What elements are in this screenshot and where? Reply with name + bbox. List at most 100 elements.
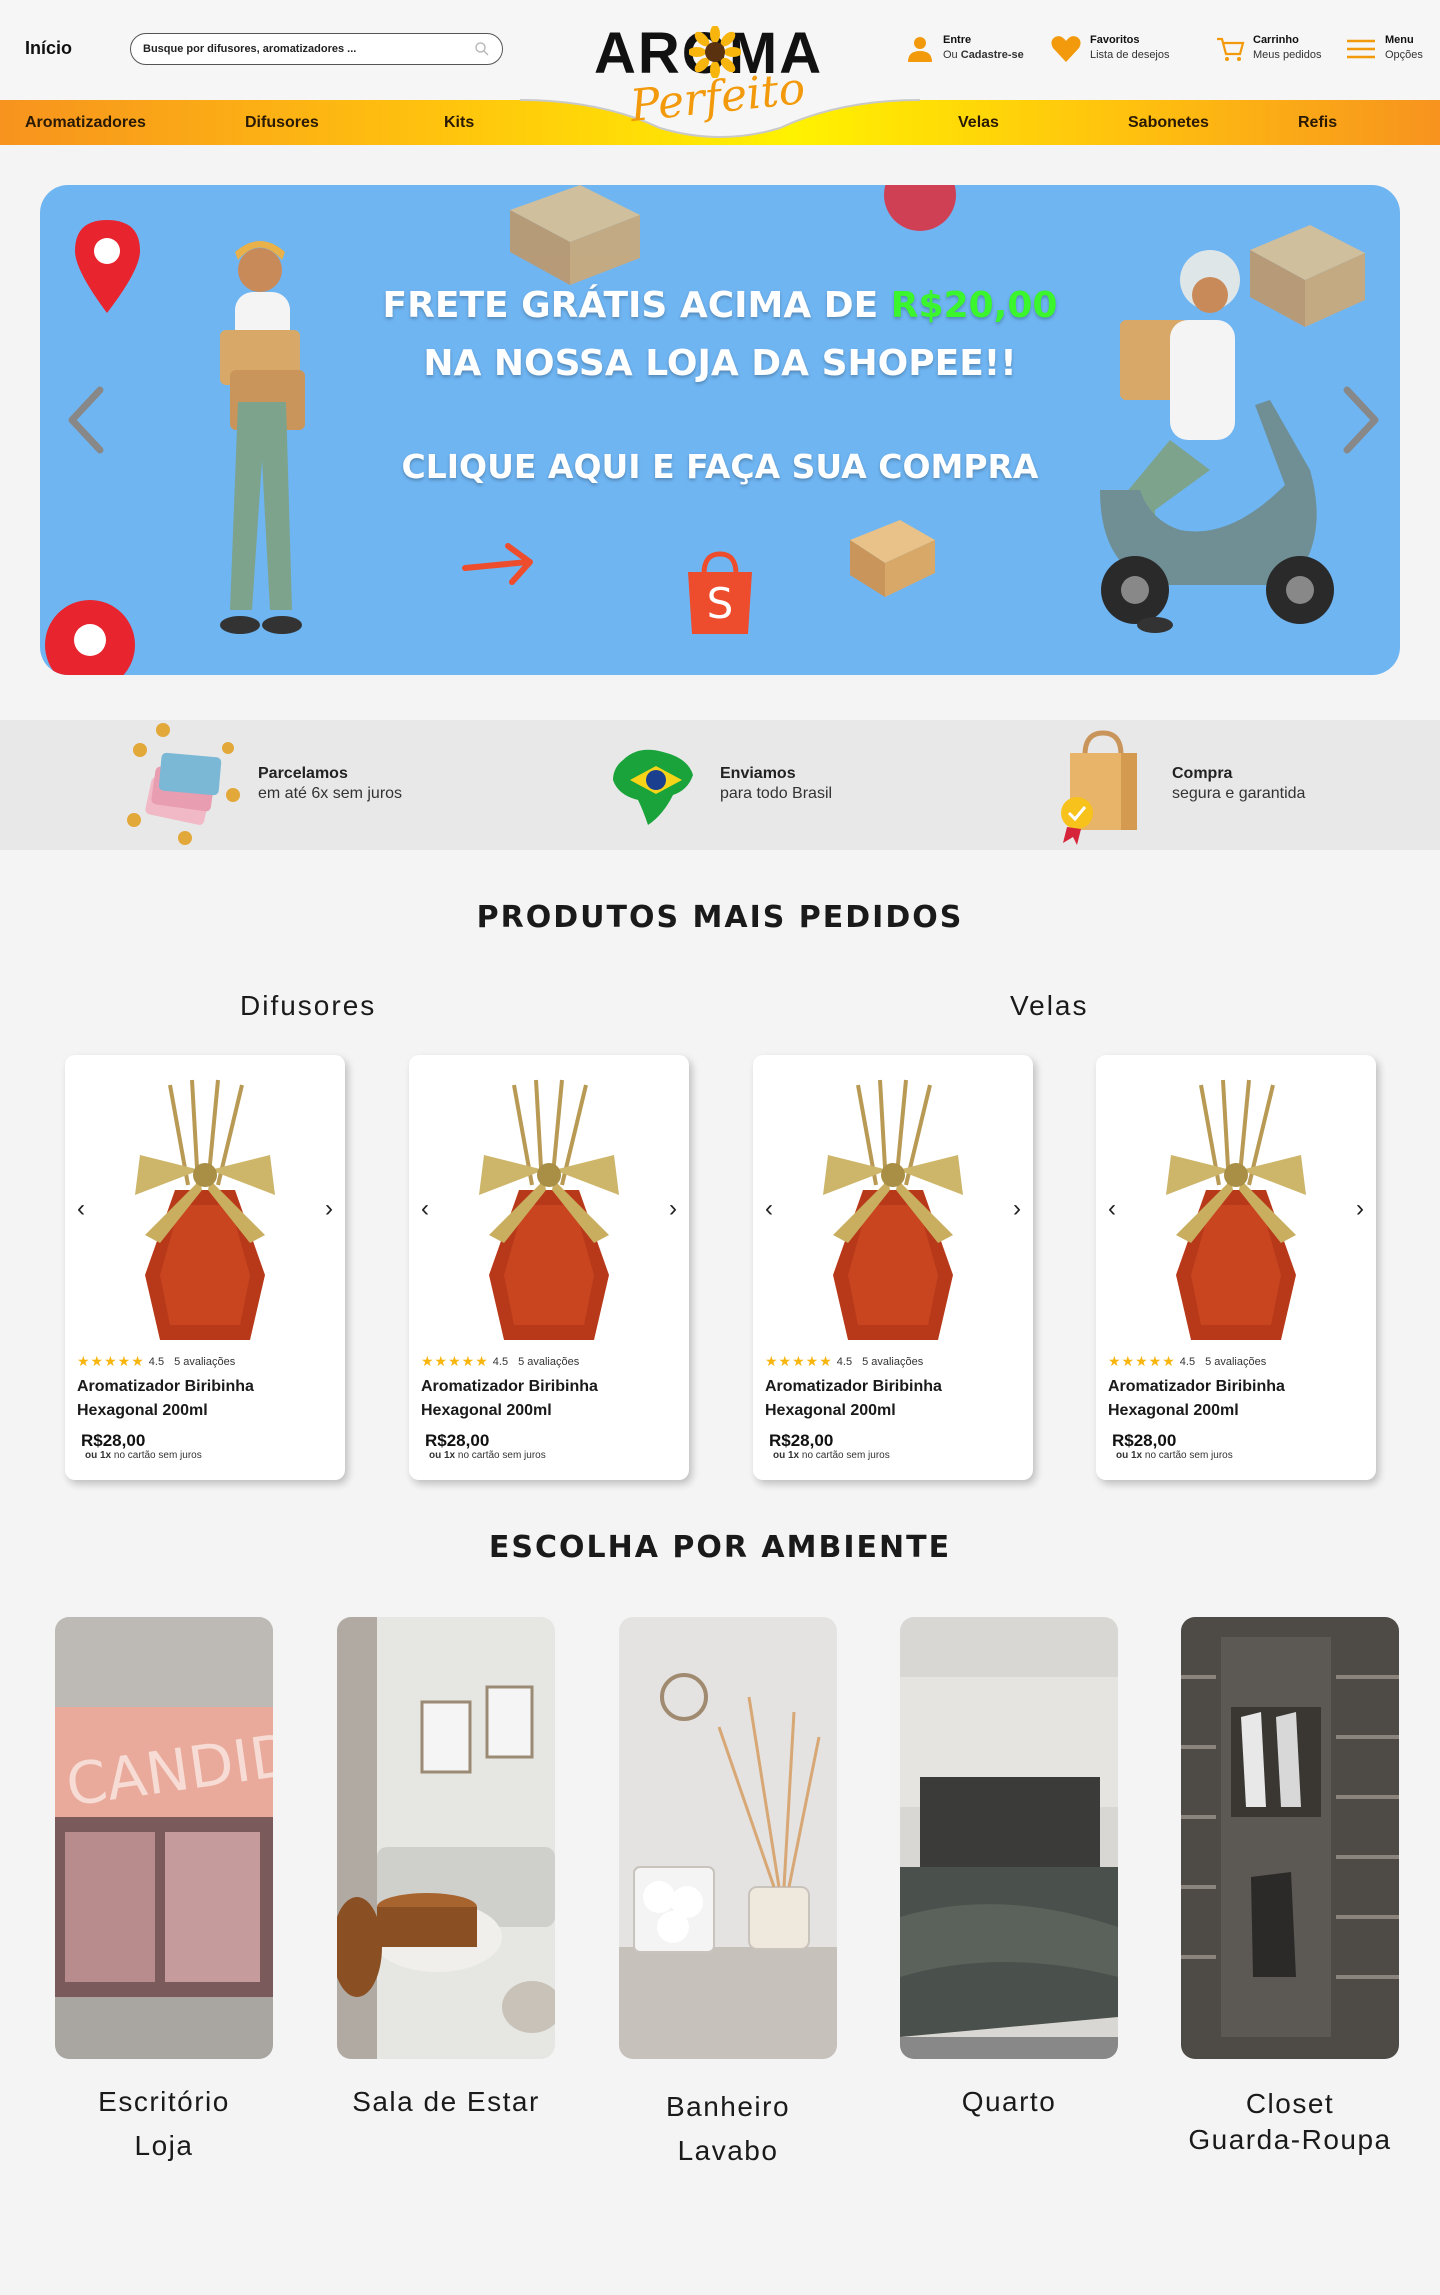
rating-count: 5 avaliações xyxy=(174,1355,236,1368)
ambiente-closet-card[interactable] xyxy=(1181,1617,1399,2059)
svg-text:S: S xyxy=(707,579,734,628)
product-card[interactable]: ‹ › ★★★★★ 4.5 5 avaliações Aromatizador … xyxy=(409,1055,689,1480)
star-rating-icon: ★★★★★ xyxy=(1108,1353,1176,1369)
carousel-prev-icon[interactable]: ‹ xyxy=(765,1195,773,1223)
cart-icon xyxy=(1217,37,1245,61)
product-price: R$28,00 xyxy=(425,1431,490,1450)
banner-headline-2: NA NOSSA LOJA DA SHOPEE!! xyxy=(423,343,1017,384)
ambiente-line1: Closet xyxy=(1245,2088,1335,2119)
ambiente-escritorio-card[interactable]: CANDID xyxy=(55,1617,273,2059)
ambiente-line1: Banheiro xyxy=(665,2091,791,2122)
product-image xyxy=(479,1079,619,1340)
ambiente-banheiro-card[interactable] xyxy=(619,1617,837,2059)
product-installments: ou 1x no cartão sem juros xyxy=(85,1450,202,1461)
product-price: R$28,00 xyxy=(1112,1431,1177,1450)
nav-difusores[interactable]: Difusores xyxy=(245,114,319,132)
search-bar[interactable]: Busque por difusores, aromatizadores ... xyxy=(130,33,503,65)
ambiente-line1: Quarto xyxy=(961,2086,1057,2117)
heart-icon xyxy=(1051,36,1081,62)
brazil-map-icon xyxy=(613,749,693,825)
feature-installments: Parcelamos em até 6x sem juros xyxy=(258,765,402,803)
shopee-bag-icon[interactable]: S xyxy=(682,550,758,638)
carousel-next-icon[interactable]: › xyxy=(1356,1195,1364,1223)
product-card[interactable]: ‹ › ★★★★★ 4.5 5 avaliações Aromatizador … xyxy=(753,1055,1033,1480)
rating-count: 5 avaliações xyxy=(518,1355,580,1368)
ambiente-closet-label[interactable]: Closet Guarda-Roupa xyxy=(1181,2086,1399,2158)
category-velas-label[interactable]: Velas xyxy=(1010,990,1089,1022)
cart-subtitle: Meus pedidos xyxy=(1253,49,1322,61)
ambiente-quarto-card[interactable] xyxy=(900,1617,1118,2059)
rating-value: 4.5 xyxy=(836,1355,853,1368)
carousel-next-icon[interactable]: › xyxy=(669,1195,677,1223)
product-installments: ou 1x no cartão sem juros xyxy=(773,1450,890,1461)
product-name[interactable]: Aromatizador Biribinha Hexagonal 200ml xyxy=(1108,1375,1368,1423)
installment-text: no cartão sem juros xyxy=(1144,1450,1233,1461)
nav-refis[interactable]: Refis xyxy=(1298,114,1337,132)
search-icon[interactable] xyxy=(474,41,490,57)
rating-count: 5 avaliações xyxy=(862,1355,924,1368)
banner-prev-arrow-icon[interactable] xyxy=(62,380,112,460)
brand-logo[interactable]: AROMA Perfeito xyxy=(590,18,850,138)
location-pin-icon xyxy=(45,600,135,675)
favorites-link[interactable]: Favoritos Lista de desejos xyxy=(1050,34,1170,64)
account-prefix: Ou xyxy=(943,49,958,61)
feature-desc: segura e garantida xyxy=(1172,785,1306,802)
rating-count: 5 avaliações xyxy=(1205,1355,1267,1368)
ambiente-line2: Loja xyxy=(134,2130,194,2161)
product-price: R$28,00 xyxy=(81,1431,146,1450)
home-link[interactable]: Início xyxy=(25,38,72,59)
ambiente-quarto-label[interactable]: Quarto xyxy=(900,2080,1118,2124)
nav-velas[interactable]: Velas xyxy=(958,114,999,132)
best-sellers-title: PRODUTOS MAIS PEDIDOS xyxy=(476,900,964,935)
account-link[interactable]: Entre Ou Cadastre-se xyxy=(905,34,1024,64)
carousel-next-icon[interactable]: › xyxy=(325,1195,333,1223)
product-name[interactable]: Aromatizador Biribinha Hexagonal 200ml xyxy=(765,1375,1025,1423)
feature-title: Enviamos xyxy=(720,765,796,782)
nav-kits[interactable]: Kits xyxy=(444,114,474,132)
ambiente-line1: Escritório xyxy=(98,2086,230,2117)
banner-prefix: FRETE GRÁTIS ACIMA DE xyxy=(382,285,879,326)
shopping-bag-badge-icon xyxy=(1061,730,1137,845)
hero-banner[interactable]: S FRETE GRÁTIS ACIMA DE R$20,00 NA NOSSA… xyxy=(40,185,1400,675)
product-rating: ★★★★★ 4.5 5 avaliações xyxy=(1108,1353,1266,1370)
product-image xyxy=(823,1079,963,1340)
installment-text: no cartão sem juros xyxy=(457,1450,546,1461)
nav-aromatizadores[interactable]: Aromatizadores xyxy=(25,114,146,132)
product-rating: ★★★★★ 4.5 5 avaliações xyxy=(77,1353,235,1370)
ambiente-sala-card[interactable] xyxy=(337,1617,555,2059)
star-rating-icon: ★★★★★ xyxy=(765,1353,833,1369)
cart-link[interactable]: Carrinho Meus pedidos xyxy=(1215,34,1322,64)
cart-title: Carrinho xyxy=(1253,34,1299,46)
menu-link[interactable]: Menu Opções xyxy=(1345,34,1423,64)
banner-cta[interactable]: CLIQUE AQUI E FAÇA SUA COMPRA xyxy=(40,447,1400,486)
carousel-next-icon[interactable]: › xyxy=(1013,1195,1021,1223)
location-pin-icon xyxy=(884,185,956,231)
carousel-prev-icon[interactable]: ‹ xyxy=(77,1195,85,1223)
account-register: Cadastre-se xyxy=(960,49,1024,61)
product-name[interactable]: Aromatizador Biribinha Hexagonal 200ml xyxy=(77,1375,337,1423)
product-card[interactable]: ‹ › ★★★★★ 4.5 5 avaliações Aromatizador … xyxy=(65,1055,345,1480)
living-room-image xyxy=(337,1617,555,2059)
feature-title: Parcelamos xyxy=(258,765,348,782)
ambiente-banheiro-label[interactable]: Banheiro Lavabo xyxy=(619,2085,837,2173)
product-name[interactable]: Aromatizador Biribinha Hexagonal 200ml xyxy=(421,1375,681,1423)
star-rating-icon: ★★★★★ xyxy=(421,1353,489,1369)
search-input[interactable]: Busque por difusores, aromatizadores ... xyxy=(143,43,474,55)
product-card[interactable]: ‹ › ★★★★★ 4.5 5 avaliações Aromatizador … xyxy=(1096,1055,1376,1480)
carousel-prev-icon[interactable]: ‹ xyxy=(1108,1195,1116,1223)
ambiente-escritorio-label[interactable]: Escritório Loja xyxy=(55,2080,273,2168)
ambiente-line2: Lavabo xyxy=(677,2135,779,2166)
banner-next-arrow-icon[interactable] xyxy=(1335,380,1385,460)
bedroom-image xyxy=(900,1617,1118,2059)
feature-shipping: Enviamos para todo Brasil xyxy=(720,765,832,803)
product-installments: ou 1x no cartão sem juros xyxy=(1116,1450,1233,1461)
ambiente-sala-label[interactable]: Sala de Estar xyxy=(337,2080,555,2124)
nav-sabonetes[interactable]: Sabonetes xyxy=(1128,114,1209,132)
ambiente-line2: Guarda-Roupa xyxy=(1188,2124,1392,2155)
hamburger-icon xyxy=(1347,39,1375,59)
menu-title: Menu xyxy=(1385,34,1414,46)
product-rating: ★★★★★ 4.5 5 avaliações xyxy=(765,1353,923,1370)
category-difusores-label[interactable]: Difusores xyxy=(240,990,376,1022)
carousel-prev-icon[interactable]: ‹ xyxy=(421,1195,429,1223)
feature-desc: em até 6x sem juros xyxy=(258,785,403,802)
